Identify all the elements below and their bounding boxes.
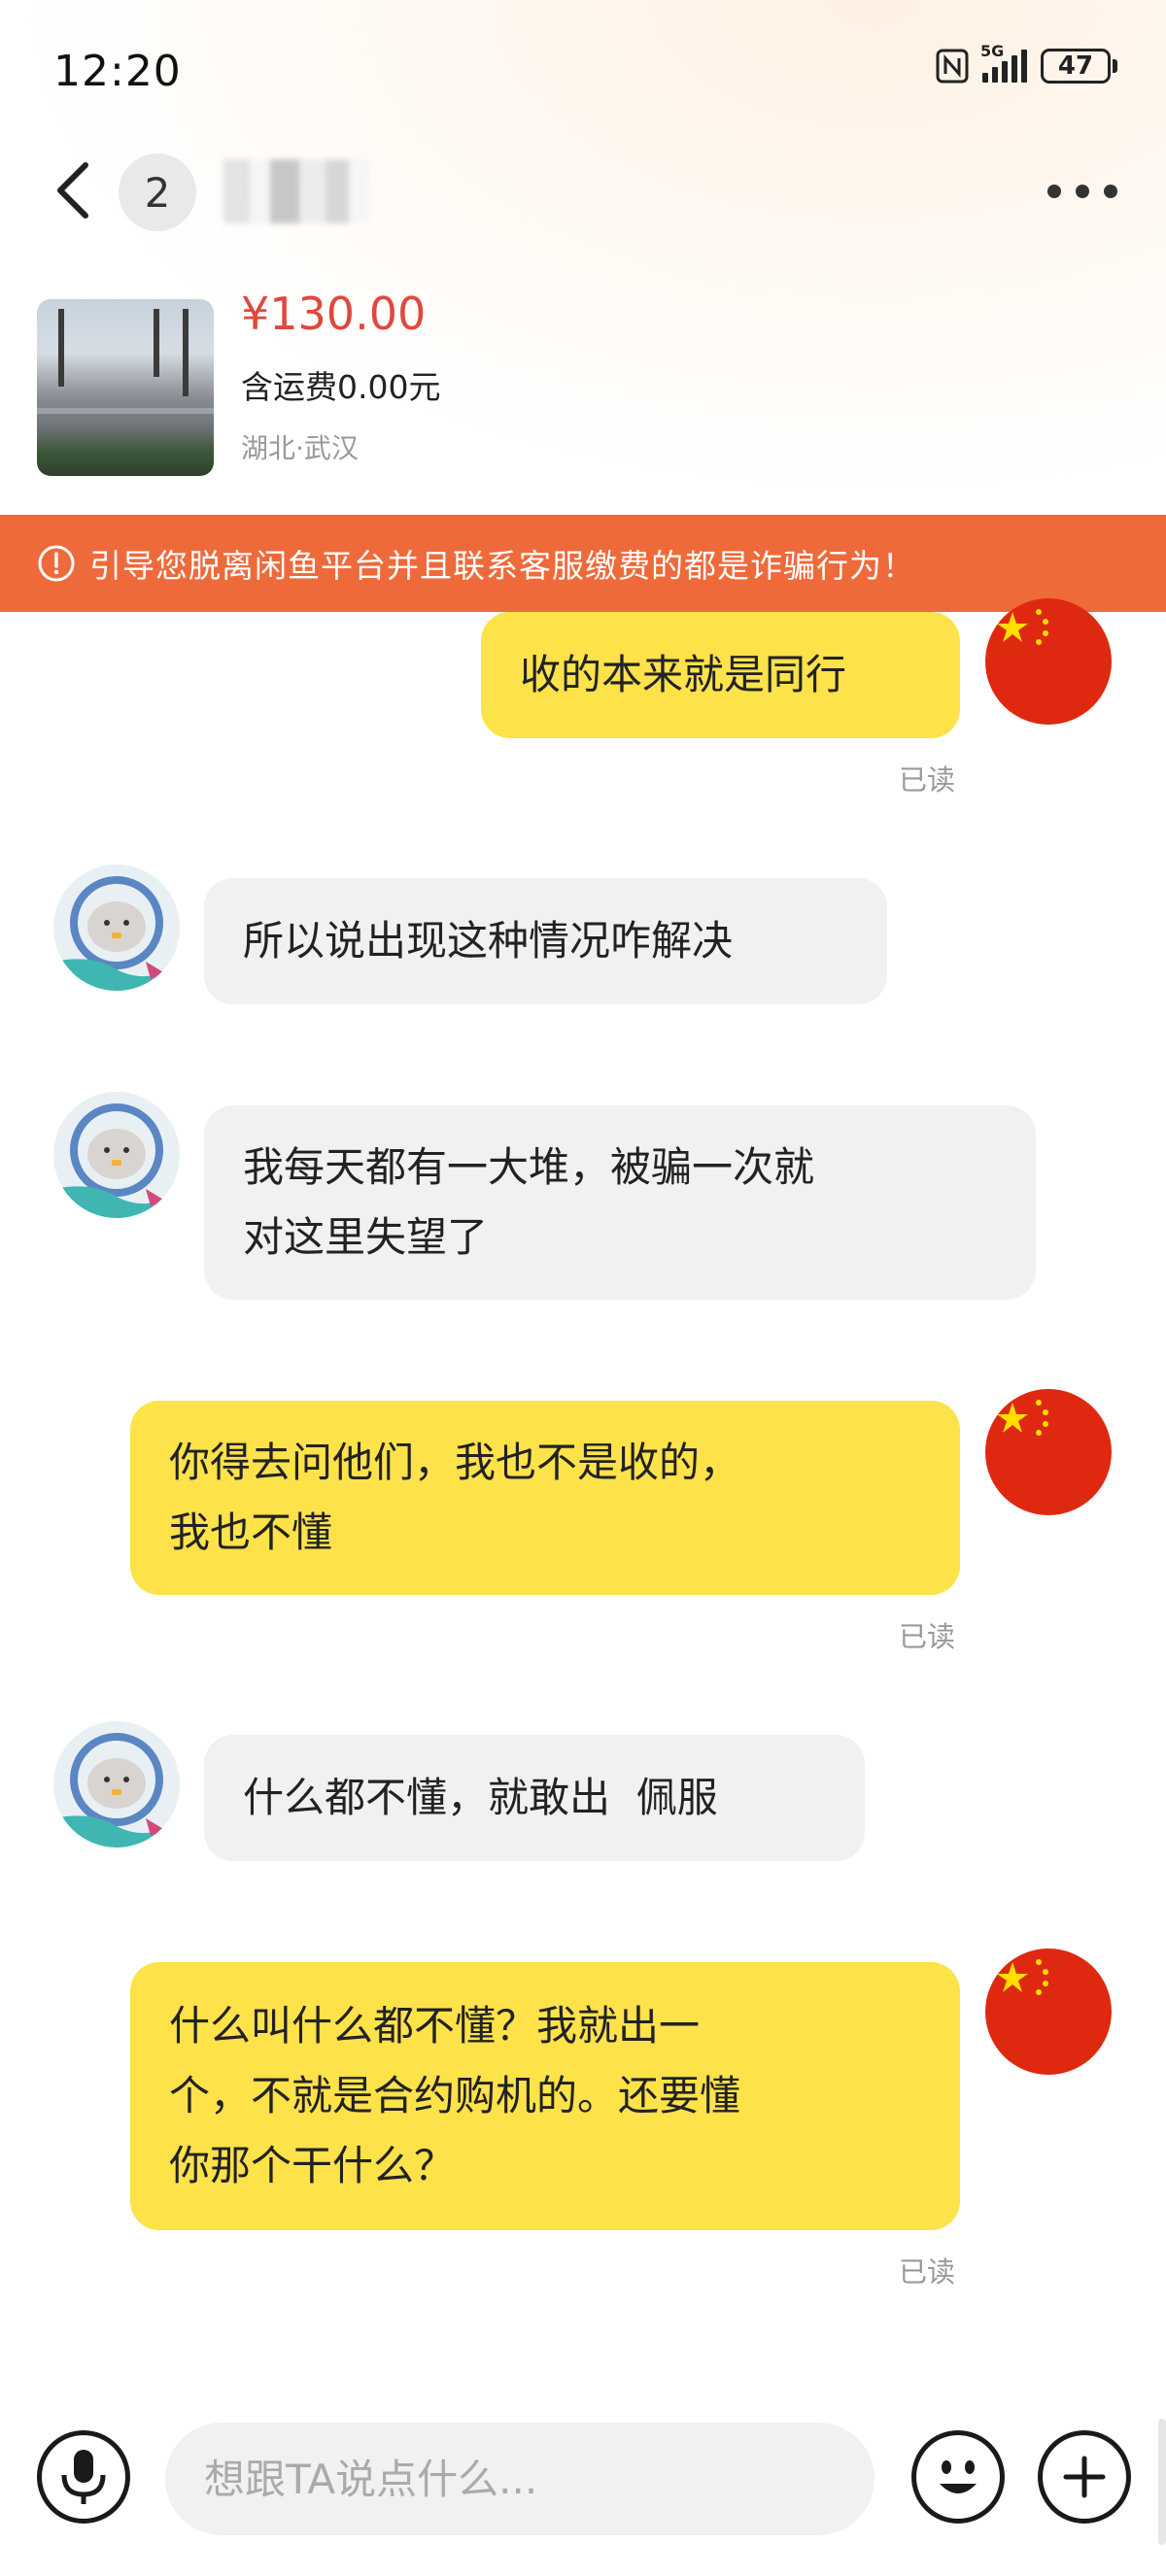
input-bar — [0, 2399, 1166, 2555]
message-line: 对这里失望了 — [243, 1213, 489, 1261]
message-line: 你那个干什么？ — [169, 2142, 456, 2189]
emoji-icon — [940, 2460, 977, 2493]
product-card[interactable]: ¥130.00 含运费0.00元 湖北·武汉 — [0, 282, 1166, 515]
more-icon[interactable] — [1047, 185, 1117, 200]
read-status: 已读 — [899, 763, 956, 797]
status-time: 12:20 — [53, 47, 182, 96]
battery-icon: 47 — [1041, 49, 1111, 84]
message-bubble-received[interactable]: 我每天都有一大堆，被骗一次就 对这里失望了 — [204, 1105, 1036, 1300]
battery-level: 47 — [1057, 51, 1094, 81]
contact-avatar[interactable] — [53, 1092, 180, 1218]
read-status: 已读 — [899, 2255, 956, 2288]
fraud-warning-banner: 引导您脱离闲鱼平台并且联系客服缴费的都是诈骗行为！ — [0, 515, 1166, 612]
plus-icon — [1063, 2456, 1106, 2498]
signal-icon: 5G — [980, 42, 1027, 83]
message-bubble-received[interactable]: 什么都不懂，就敢出 佩服 — [204, 1735, 865, 1861]
microphone-icon — [61, 2450, 106, 2504]
message-line: 所以说出现这种情况咋解决 — [243, 917, 734, 965]
message-bubble-received[interactable]: 所以说出现这种情况咋解决 — [204, 878, 887, 1004]
flag-icon — [997, 1959, 1048, 1995]
product-location: 湖北·武汉 — [241, 432, 359, 464]
message-line: 你得去问他们，我也不是收的， — [169, 1439, 741, 1486]
product-thumbnail[interactable] — [37, 299, 214, 476]
cat-astronaut-icon — [53, 1721, 180, 1847]
network-type: 5G — [980, 42, 1005, 60]
flag-icon — [997, 609, 1048, 645]
my-avatar[interactable] — [985, 1949, 1112, 2075]
contact-avatar[interactable] — [53, 864, 180, 991]
message-line: 我也不懂 — [169, 1508, 333, 1556]
product-shipping: 含运费0.00元 — [241, 368, 441, 406]
cat-astronaut-icon — [53, 1092, 180, 1218]
status-icons: 5G 47 — [936, 42, 1117, 84]
warning-text: 引导您脱离闲鱼平台并且联系客服缴费的都是诈骗行为！ — [89, 547, 915, 585]
my-avatar[interactable] — [985, 598, 1112, 725]
plus-button[interactable] — [1038, 2430, 1131, 2524]
message-input[interactable] — [165, 2423, 874, 2535]
status-bar: 12:20 5G 47 — [0, 0, 1166, 146]
emoji-button[interactable] — [911, 2430, 1005, 2524]
chat-header: 2 — [0, 146, 1166, 272]
scrollbar[interactable] — [1158, 2419, 1166, 2545]
voice-button[interactable] — [37, 2430, 130, 2524]
contact-name-blurred — [223, 159, 369, 223]
flag-icon — [997, 1400, 1048, 1436]
nfc-icon — [936, 49, 969, 84]
message-bubble-sent[interactable]: 什么叫什么都不懂？我就出一 个，不就是合约购机的。还要懂 你那个干什么？ — [130, 1962, 960, 2230]
message-line: 收的本来就是同行 — [520, 651, 847, 698]
unread-count-badge: 2 — [119, 153, 196, 231]
warning-icon — [38, 545, 75, 582]
message-line: 我每天都有一大堆，被骗一次就 — [243, 1143, 815, 1191]
cat-astronaut-icon — [53, 864, 180, 991]
product-price: ¥130.00 — [241, 288, 427, 340]
message-line: 什么都不懂，就敢出 佩服 — [243, 1774, 718, 1821]
message-line: 个，不就是合约购机的。还要懂 — [169, 2072, 741, 2119]
message-line: 什么叫什么都不懂？我就出一 — [169, 2002, 701, 2050]
back-icon[interactable] — [51, 159, 95, 221]
contact-avatar[interactable] — [53, 1721, 180, 1847]
message-bubble-sent[interactable]: 收的本来就是同行 — [481, 612, 960, 738]
my-avatar[interactable] — [985, 1389, 1112, 1515]
message-bubble-sent[interactable]: 你得去问他们，我也不是收的， 我也不懂 — [130, 1401, 960, 1595]
read-status: 已读 — [899, 1620, 956, 1653]
